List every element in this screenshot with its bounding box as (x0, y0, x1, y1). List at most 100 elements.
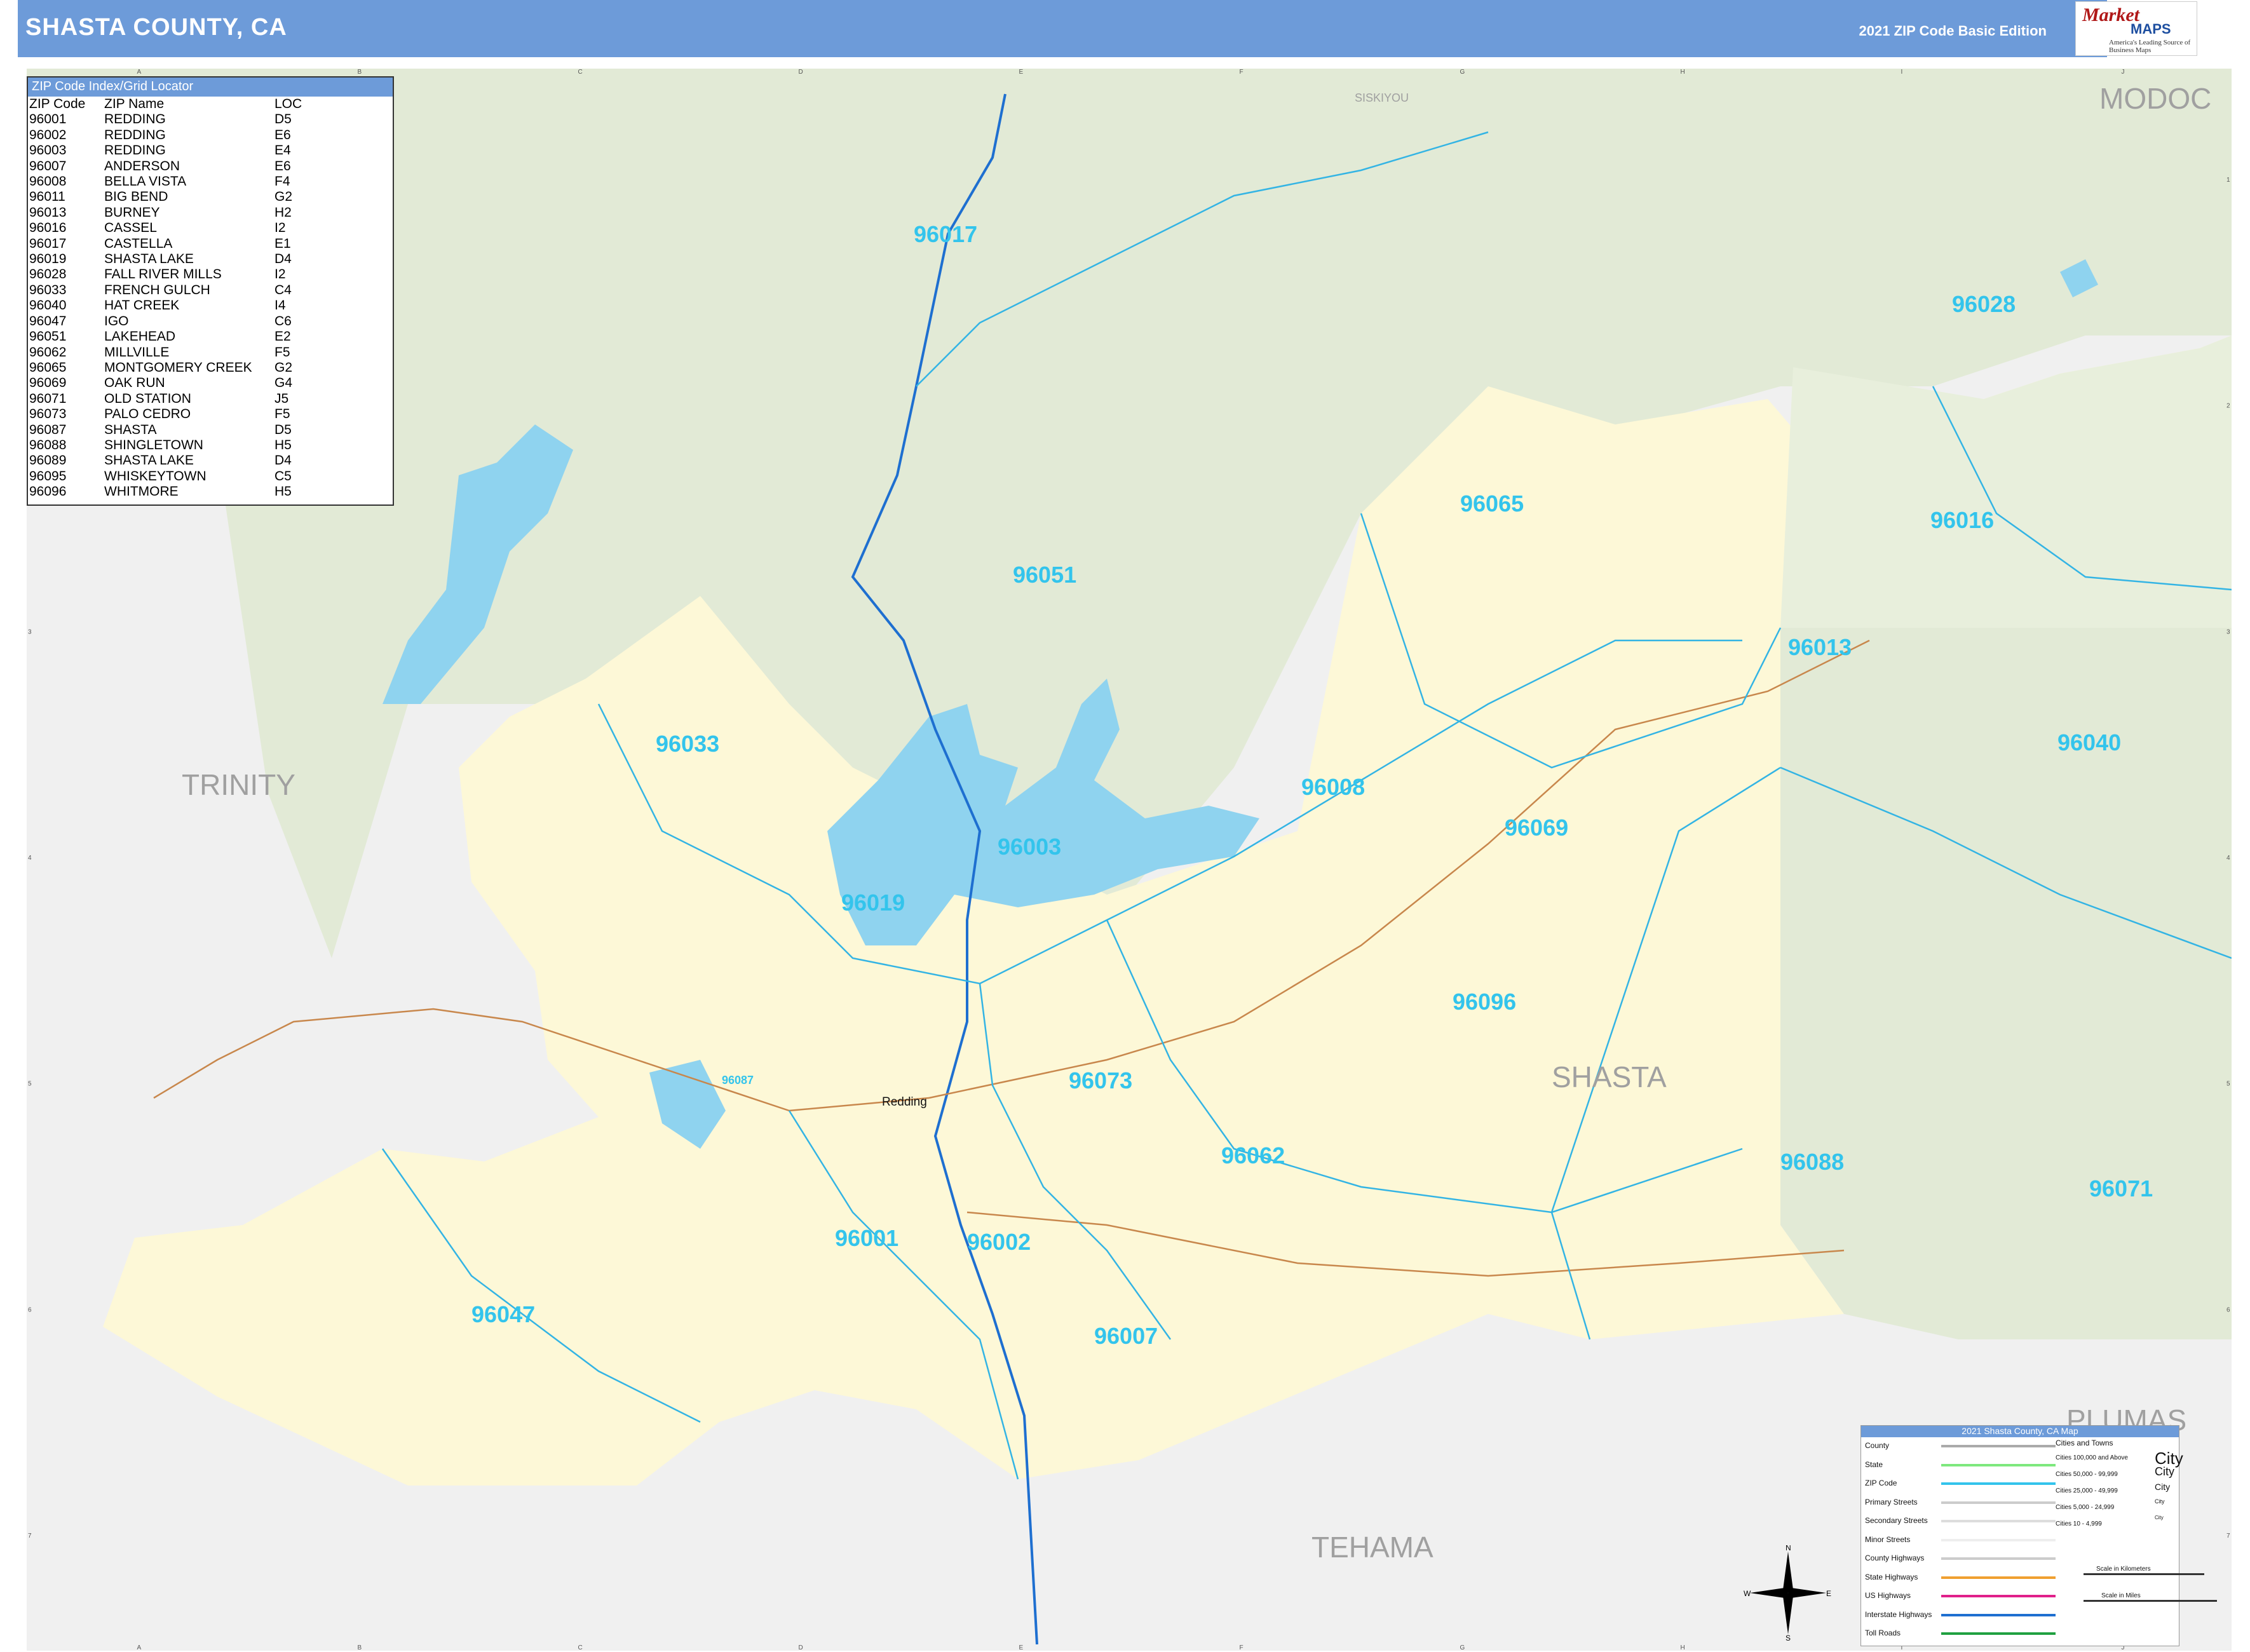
zip-code-cell: 96051 (29, 329, 67, 344)
county-label-siskiyou: SISKIYOU (1355, 91, 1409, 104)
grid-row-label: 7 (2226, 1533, 2230, 1540)
zip-index-row: 96002 REDDING E6 (29, 128, 302, 143)
legend-city-size: Cities 100,000 and Above City (2056, 1449, 2183, 1468)
loc-cell: D4 (274, 252, 292, 267)
legend-item: Toll Roads (1865, 1628, 2056, 1641)
legend-item-label: State (1865, 1459, 1883, 1469)
zip-label-96062[interactable]: 96062 (1221, 1142, 1285, 1169)
compass-e: E (1826, 1589, 1831, 1598)
zip-label-96019[interactable]: 96019 (841, 890, 905, 916)
legend-line-swatch (1941, 1613, 2056, 1616)
legend-title: 2021 Shasta County, CA Map (1861, 1426, 2179, 1437)
zip-name-cell: LAKEHEAD (104, 329, 176, 344)
zip-label-96002[interactable]: 96002 (967, 1229, 1031, 1256)
legend-city-size-label: Cities 100,000 and Above (2056, 1454, 2128, 1461)
grid-col-label: H (1681, 1644, 1685, 1651)
zip-index-row: 96062 MILLVILLE F5 (29, 345, 302, 360)
zip-label-96007[interactable]: 96007 (1094, 1323, 1158, 1350)
legend-item: US Highways (1865, 1591, 2056, 1604)
legend-item-label: Toll Roads (1865, 1628, 1901, 1637)
loc-cell: D5 (274, 112, 292, 127)
grid-col-label: A (137, 69, 142, 76)
loc-cell: I2 (274, 267, 286, 282)
zip-code-cell: 96003 (29, 143, 67, 158)
zip-label-96028[interactable]: 96028 (1952, 291, 2016, 318)
grid-col-label: G (1460, 69, 1465, 76)
zip-label-96008[interactable]: 96008 (1301, 774, 1365, 801)
zip-label-96047[interactable]: 96047 (471, 1301, 535, 1328)
zip-name-cell: BELLA VISTA (104, 174, 187, 189)
grid-row-label: 6 (28, 1306, 32, 1313)
zip-code-cell: 96065 (29, 360, 67, 375)
grid-col-label: B (358, 1644, 362, 1651)
zip-code-cell: 96011 (29, 189, 65, 205)
legend-item: State Highways (1865, 1573, 2056, 1585)
zip-index-row: 96071 OLD STATION J5 (29, 391, 302, 407)
zip-code-cell: 96013 (29, 205, 67, 220)
legend-item-label: Minor Streets (1865, 1534, 1911, 1544)
compass-n: N (1786, 1545, 1791, 1552)
zip-label-96069[interactable]: 96069 (1505, 815, 1568, 841)
legend-scale-km-bar (2084, 1573, 2204, 1575)
compass-rose-icon: N S W E (1744, 1545, 1831, 1641)
map-title: SHASTA COUNTY, CA (25, 14, 287, 41)
zip-index-row: 96011 BIG BEND G2 (29, 189, 302, 205)
grid-row-label: 1 (2226, 177, 2230, 184)
zip-label-96073[interactable]: 96073 (1069, 1067, 1132, 1094)
zip-code-cell: 96007 (29, 158, 67, 173)
zip-name-cell: ZIP Name (104, 97, 165, 111)
zip-label-96051[interactable]: 96051 (1013, 562, 1076, 588)
zip-label-96001[interactable]: 96001 (835, 1225, 898, 1252)
loc-cell: E4 (274, 143, 291, 158)
legend-line-swatch (1941, 1538, 2056, 1541)
zip-code-cell: 96017 (29, 236, 67, 251)
grid-col-label: D (799, 69, 803, 76)
grid-col-label: D (799, 1644, 803, 1651)
zip-name-cell: SHASTA LAKE (104, 453, 194, 468)
zip-name-cell: WHITMORE (104, 484, 179, 499)
zip-label-96013[interactable]: 96013 (1788, 634, 1852, 661)
legend-line-swatch (1941, 1576, 2056, 1579)
zip-name-cell: IGO (104, 313, 129, 328)
legend-line-swatch (1941, 1482, 2056, 1485)
zip-label-96071[interactable]: 96071 (2089, 1175, 2153, 1202)
zip-index-header-row: ZIP Code ZIP Name LOC (29, 97, 302, 112)
loc-cell: H2 (274, 205, 292, 220)
county-label-shasta: SHASTA (1552, 1060, 1667, 1093)
zip-index-row: 96047 IGO C6 (29, 314, 302, 329)
logo-text-maps: MAPS (2131, 21, 2171, 37)
loc-cell: C6 (274, 313, 292, 328)
zip-code-cell: 96008 (29, 174, 67, 189)
zip-code-cell: 96040 (29, 298, 67, 313)
zip-name-cell: SHASTA (104, 422, 157, 437)
loc-cell: I4 (274, 298, 286, 313)
zip-label-96088[interactable]: 96088 (1780, 1149, 1844, 1175)
zip-name-cell: OLD STATION (104, 391, 191, 406)
zip-code-cell: 96069 (29, 376, 67, 391)
zip-code-cell: 96071 (29, 391, 67, 406)
zip-label-96016[interactable]: 96016 (1930, 507, 1994, 534)
legend-city-size-label: Cities 5,000 - 24,999 (2056, 1504, 2115, 1511)
zip-label-96087[interactable]: 96087 (722, 1074, 754, 1087)
zip-label-96040[interactable]: 96040 (2057, 729, 2121, 756)
loc-cell: G2 (274, 360, 293, 375)
zip-index-row: 96033 FRENCH GULCH C4 (29, 283, 302, 298)
zip-code-cell: 96016 (29, 220, 67, 236)
zip-name-cell: WHISKEYTOWN (104, 468, 207, 484)
city-label-redding[interactable]: Redding (882, 1095, 927, 1109)
zip-label-96003[interactable]: 96003 (998, 834, 1061, 860)
loc-cell: J5 (274, 391, 289, 406)
zip-index-row: 96016 CASSEL I2 (29, 220, 302, 236)
zip-label-96033[interactable]: 96033 (656, 731, 719, 757)
loc-cell: H5 (274, 484, 292, 499)
zip-label-96096[interactable]: 96096 (1453, 989, 1516, 1015)
loc-cell: E6 (274, 158, 291, 173)
zip-label-96065[interactable]: 96065 (1460, 491, 1524, 517)
loc-cell: D4 (274, 453, 292, 468)
zip-index-row: 96051 LAKEHEAD E2 (29, 329, 302, 344)
legend-line-swatch (1941, 1463, 2056, 1466)
legend-item: State (1865, 1459, 2056, 1473)
zip-index-row: 96007 ANDERSON E6 (29, 159, 302, 174)
loc-cell: G2 (274, 189, 293, 205)
zip-label-96017[interactable]: 96017 (914, 221, 977, 248)
